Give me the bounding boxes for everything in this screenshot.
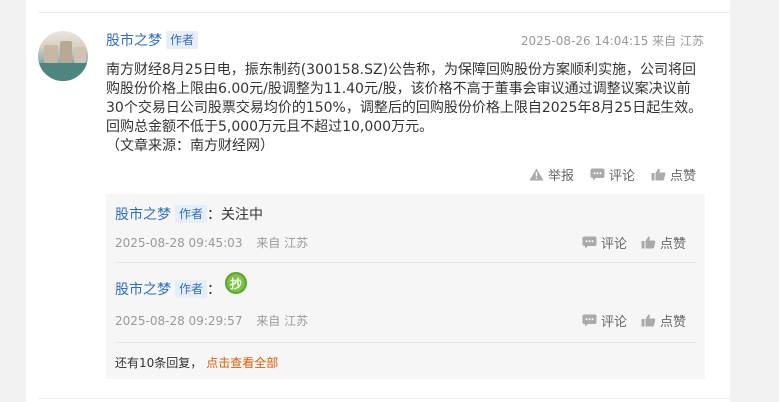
reply-meta: 2025-08-28 09:45:03 来自 江苏	[115, 234, 308, 251]
thumbs-up-icon	[641, 236, 656, 249]
reply-separator: ：	[207, 282, 222, 298]
reply-separator: ：	[207, 207, 222, 223]
report-button[interactable]: 举报	[529, 165, 574, 184]
replies-panel: 股市之梦 作者 ： 关注中 2025-08-28 09:45:03 来自 江苏 …	[106, 194, 705, 379]
reply-like-button[interactable]: 点赞	[641, 233, 686, 252]
warning-icon	[529, 168, 544, 181]
author-name[interactable]: 股市之梦	[106, 30, 162, 50]
avatar-building	[60, 41, 72, 63]
comment-icon	[582, 236, 597, 249]
reply-meta: 2025-08-28 09:29:57 来自 江苏	[115, 312, 308, 329]
reply-author[interactable]: 股市之梦	[115, 279, 171, 299]
reply-location: 来自 江苏	[256, 314, 309, 328]
emoji-icon: 抄	[225, 272, 248, 294]
comment-button[interactable]: 评论	[590, 165, 635, 184]
more-replies-text: 还有10条回复，	[115, 356, 203, 370]
thumbs-up-icon	[651, 168, 666, 181]
view-all-link[interactable]: 点击查看全部	[206, 356, 278, 370]
reply-author-badge: 作者	[175, 280, 208, 298]
avatar-water	[38, 63, 88, 81]
avatar-building	[74, 47, 86, 63]
comment-label: 评论	[608, 169, 635, 184]
avatar[interactable]	[38, 31, 88, 81]
reply-comment-label: 评论	[600, 237, 627, 252]
reply-location: 来自 江苏	[256, 236, 309, 250]
reply-comment-button[interactable]: 评论	[582, 311, 627, 330]
more-replies: 还有10条回复， 点击查看全部	[115, 354, 278, 371]
post-text: 南方财经8月25日电，振东制药(300158.SZ)公告称，为保障回购股份方案顺…	[106, 62, 703, 135]
reply-like-label: 点赞	[659, 315, 686, 330]
divider	[38, 398, 730, 399]
avatar-building	[44, 45, 58, 63]
reply-timestamp: 2025-08-28 09:45:03	[115, 236, 243, 250]
post-source: （文章来源：南方财经网）	[106, 138, 274, 154]
reply-like-label: 点赞	[659, 237, 686, 252]
author-badge: 作者	[166, 31, 199, 49]
post-timestamp: 2025-08-26 14:04:15	[520, 34, 649, 48]
reply-timestamp: 2025-08-28 09:29:57	[115, 314, 243, 328]
post-meta: 2025-08-26 14:04:15 来自 江苏	[521, 32, 704, 49]
reply-header: 股市之梦 作者 ： 抄	[115, 272, 696, 300]
post-card: 股市之梦 作者 2025-08-26 14:04:15 来自 江苏 南方财经8月…	[26, 0, 730, 402]
reply-item: 股市之梦 作者 ： 抄 2025-08-28 09:29:57 来自 江苏 评论	[115, 272, 696, 336]
like-label: 点赞	[669, 169, 696, 184]
reply-header: 股市之梦 作者 ： 关注中	[115, 204, 696, 224]
like-button[interactable]: 点赞	[651, 165, 696, 184]
post-content: 南方财经8月25日电，振东制药(300158.SZ)公告称，为保障回购股份方案顺…	[106, 61, 706, 156]
reply-actions: 评论 点赞	[582, 311, 686, 330]
divider	[38, 12, 730, 13]
report-label: 举报	[547, 169, 574, 184]
reply-comment-button[interactable]: 评论	[582, 233, 627, 252]
reply-divider	[115, 262, 696, 263]
reply-text: 关注中	[221, 207, 264, 223]
thumbs-up-icon	[641, 314, 656, 327]
comment-icon	[582, 314, 597, 327]
reply-like-button[interactable]: 点赞	[641, 311, 686, 330]
post-actions: 举报 评论 点赞	[529, 165, 696, 184]
reply-author[interactable]: 股市之梦	[115, 204, 171, 224]
reply-comment-label: 评论	[600, 315, 627, 330]
reply-item: 股市之梦 作者 ： 关注中 2025-08-28 09:45:03 来自 江苏 …	[115, 204, 696, 264]
post-location: 来自 江苏	[652, 34, 704, 48]
comment-icon	[590, 168, 605, 181]
reply-actions: 评论 点赞	[582, 233, 686, 252]
reply-author-badge: 作者	[175, 205, 208, 223]
reply-divider	[115, 342, 696, 343]
